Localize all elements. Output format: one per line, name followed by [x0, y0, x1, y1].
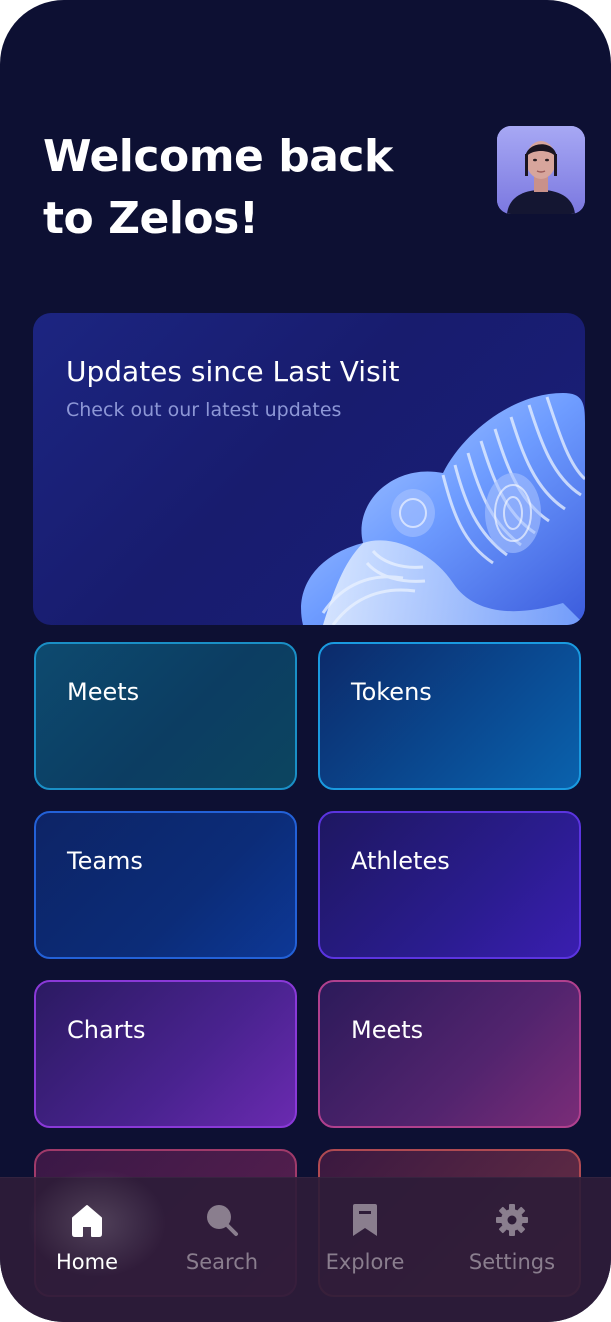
bottom-tab-bar: Home Search Explore Settings — [0, 1168, 611, 1322]
tab-label-settings: Settings — [468, 1250, 556, 1274]
tile-meets-2[interactable]: Meets — [318, 980, 581, 1128]
tile-label: Athletes — [351, 847, 450, 875]
home-icon — [72, 1205, 102, 1237]
page-title: Welcome back to Zelos! — [43, 126, 463, 250]
tab-label-search: Search — [185, 1250, 259, 1274]
abstract-3d-art — [301, 393, 585, 625]
bookmark-icon — [353, 1204, 377, 1236]
avatar[interactable] — [497, 126, 585, 214]
gear-icon — [496, 1204, 528, 1236]
tile-charts[interactable]: Charts — [34, 980, 297, 1128]
tab-home[interactable]: Home — [27, 1200, 147, 1300]
tile-tokens[interactable]: Tokens — [318, 642, 581, 790]
tab-label-home: Home — [55, 1250, 118, 1274]
tab-explore[interactable]: Explore — [305, 1200, 425, 1300]
tab-settings[interactable]: Settings — [452, 1200, 572, 1300]
tile-label: Meets — [67, 678, 140, 706]
tile-meets[interactable]: Meets — [34, 642, 297, 790]
tab-label-explore: Explore — [325, 1250, 405, 1274]
search-icon — [207, 1205, 238, 1236]
tab-search[interactable]: Search — [162, 1200, 282, 1300]
greeting-line-2: to Zelos! — [43, 193, 259, 244]
profile-photo — [497, 126, 585, 214]
tile-teams[interactable]: Teams — [34, 811, 297, 959]
tile-label: Charts — [67, 1016, 146, 1044]
tile-athletes[interactable]: Athletes — [318, 811, 581, 959]
greeting-line-1: Welcome back — [43, 131, 393, 182]
tile-label: Meets — [351, 1016, 424, 1044]
app-screen: Welcome back to Zelos! Updates since Last… — [0, 0, 611, 1322]
tile-label: Teams — [67, 847, 143, 875]
updates-banner[interactable]: Updates since Last Visit Check out our l… — [33, 313, 585, 625]
tile-label: Tokens — [351, 678, 432, 706]
